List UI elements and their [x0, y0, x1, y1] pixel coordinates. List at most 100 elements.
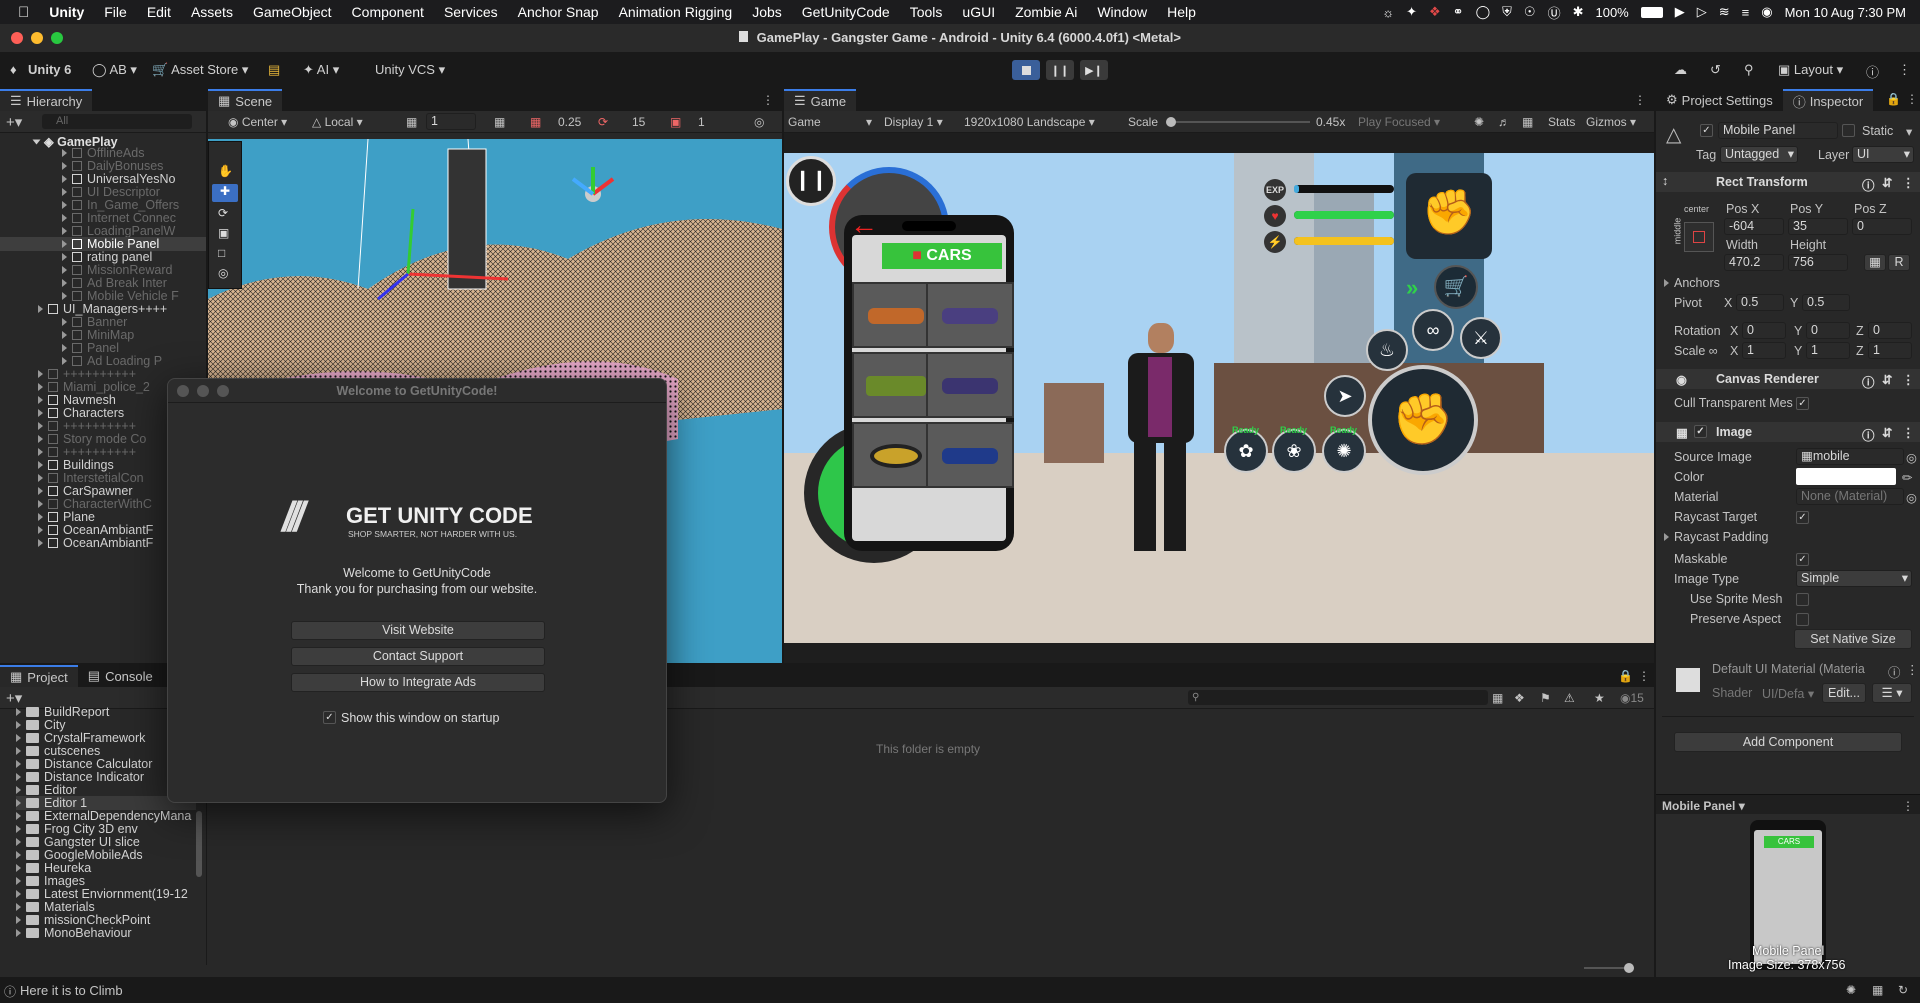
expand-arrow-icon[interactable]	[16, 825, 21, 833]
static-checkbox[interactable]	[1842, 124, 1855, 137]
blueprint-mode-button[interactable]: ▦	[1864, 254, 1886, 271]
help-icon[interactable]: ⓘ	[1888, 662, 1901, 681]
width-field[interactable]: 470.2	[1724, 254, 1784, 271]
expand-arrow-icon[interactable]	[16, 864, 21, 872]
height-field[interactable]: 756	[1788, 254, 1848, 271]
menu-edit[interactable]: Edit	[147, 4, 171, 20]
preview-more-icon[interactable]: ⋮	[1902, 799, 1914, 813]
expand-arrow-icon[interactable]	[16, 812, 21, 820]
volume-icon[interactable]: ▶	[1675, 4, 1685, 20]
expand-arrow-icon[interactable]	[38, 383, 43, 391]
tab-scene[interactable]: ▦ Scene	[208, 89, 283, 111]
pivot-dropdown[interactable]: ◉ Center ▾	[228, 115, 287, 129]
back-arrow-icon[interactable]: ←	[850, 209, 878, 241]
favorite-icon[interactable]: ★	[1594, 691, 1605, 705]
help-icon[interactable]: ⓘ	[1862, 425, 1875, 444]
web-ability-button[interactable]: ✺	[1322, 429, 1366, 473]
help-icon[interactable]: ⓘ	[1862, 175, 1875, 194]
preserve-aspect-checkbox[interactable]	[1796, 613, 1809, 626]
dropbox-icon[interactable]: ❖	[1429, 4, 1441, 20]
expand-arrow-icon[interactable]	[16, 721, 21, 729]
play-icon[interactable]: ▷	[1697, 4, 1707, 20]
project-folder-item[interactable]: Editor	[16, 783, 77, 797]
game-more-icon[interactable]: ⋮	[1634, 93, 1646, 107]
tab-inspector[interactable]: ⓘ Inspector	[1782, 89, 1874, 111]
show-on-startup-checkbox[interactable]: ✓	[323, 711, 336, 724]
hierarchy-item[interactable]: Miami_police_2	[38, 380, 150, 394]
move-snap-value[interactable]: 0.25	[558, 115, 581, 129]
status-bug-icon[interactable]: ✺	[1846, 983, 1856, 997]
package-icon[interactable]: ▤	[268, 62, 280, 78]
grammarly-icon[interactable]: Ⓤ	[1548, 3, 1561, 22]
tab-hierarchy[interactable]: ☰ Hierarchy	[0, 89, 93, 111]
wifi-icon[interactable]: ≋	[1719, 4, 1730, 20]
hierarchy-item[interactable]: UI_Managers++++	[38, 302, 167, 316]
layer-dropdown[interactable]: UI ▾	[1852, 146, 1914, 163]
project-folder-item[interactable]: CrystalFramework	[16, 731, 145, 745]
car-slot-4[interactable]	[926, 352, 1014, 418]
asset-store-dropdown[interactable]: 🛒 Asset Store ▾	[152, 62, 248, 78]
expand-arrow-icon[interactable]	[38, 513, 43, 521]
scale-y-field[interactable]: 1	[1806, 342, 1850, 359]
eyedropper-icon[interactable]: ✏	[1902, 470, 1912, 485]
hierarchy-search-input[interactable]: All	[42, 114, 192, 129]
menu-ugui[interactable]: uGUI	[962, 4, 995, 20]
object-name-field[interactable]: Mobile Panel	[1718, 122, 1838, 139]
expand-arrow-icon[interactable]	[38, 461, 43, 469]
hierarchy-item[interactable]: OceanAmbiantF	[38, 536, 153, 550]
rect-transform-header[interactable]: ↕ Rect Transform ⓘ ⇵ ⋮	[1656, 172, 1920, 194]
warning-filter-icon[interactable]: ⚠	[1564, 691, 1575, 705]
ability-button-2[interactable]: ❀	[1272, 429, 1316, 473]
color-swatch[interactable]	[1796, 468, 1896, 485]
hierarchy-item[interactable]: Banner	[62, 315, 127, 329]
hierarchy-item[interactable]: LoadingPanelW	[62, 224, 175, 238]
pos-z-field[interactable]: 0	[1852, 218, 1912, 235]
search-by-type-icon[interactable]: ▦	[1492, 691, 1503, 705]
project-folder-item[interactable]: Images	[16, 874, 85, 888]
display-dropdown[interactable]: Display 1 ▾	[884, 115, 943, 129]
gizmos-dropdown[interactable]: Gizmos ▾	[1586, 115, 1636, 129]
car-slot-6[interactable]	[926, 422, 1014, 488]
project-folder-item[interactable]: Distance Indicator	[16, 770, 144, 784]
space-dropdown[interactable]: △ Local ▾	[312, 115, 363, 129]
lock-icon[interactable]: 🔒	[1886, 92, 1901, 106]
hierarchy-item[interactable]: UI Descriptor	[62, 185, 160, 199]
pos-y-field[interactable]: 35	[1788, 218, 1848, 235]
preset-icon[interactable]: ⇵	[1882, 425, 1892, 440]
static-dropdown-icon[interactable]: ▾	[1906, 124, 1912, 139]
hierarchy-item[interactable]: Plane	[38, 510, 95, 524]
scale-slider[interactable]	[1166, 117, 1310, 127]
project-folder-item[interactable]: cutscenes	[16, 744, 100, 758]
grid-size-field[interactable]: 1	[426, 113, 476, 130]
expand-arrow-icon[interactable]	[38, 448, 43, 456]
image-type-dropdown[interactable]: Simple ▾	[1796, 570, 1912, 587]
sprint-button[interactable]: ➤	[1324, 375, 1366, 417]
hierarchy-item[interactable]: Ad Break Inter	[62, 276, 167, 290]
expand-arrow-icon[interactable]	[16, 747, 21, 755]
expand-arrow-icon[interactable]	[62, 344, 67, 352]
rotate-snap-value[interactable]: 15	[632, 115, 645, 129]
project-folder-item[interactable]: GoogleMobileAds	[16, 848, 143, 862]
punch-attack-button[interactable]: ✊	[1368, 365, 1478, 475]
cloud-icon[interactable]: ☁	[1674, 62, 1687, 78]
hierarchy-item[interactable]: MissionReward	[62, 263, 172, 277]
image-enabled-checkbox[interactable]: ✓	[1694, 425, 1707, 438]
game-mode-dropdown[interactable]: Game ▾	[788, 115, 872, 129]
bug-icon[interactable]: ✺	[1474, 115, 1484, 129]
expand-arrow-icon[interactable]	[62, 331, 67, 339]
set-native-size-button[interactable]: Set Native Size	[1794, 629, 1912, 649]
preview-title-dropdown[interactable]: Mobile Panel ▾	[1662, 799, 1745, 813]
pivot-x-field[interactable]: 0.5	[1736, 294, 1784, 311]
expand-arrow-icon[interactable]	[38, 396, 43, 404]
anchor-preset-button[interactable]	[1684, 222, 1714, 252]
hierarchy-item[interactable]: CarSpawner	[38, 484, 132, 498]
scene-view-options-icon[interactable]: ◎	[754, 115, 764, 129]
expand-arrow-icon[interactable]	[16, 838, 21, 846]
expand-arrow-icon[interactable]	[38, 474, 43, 482]
move-snap-icon[interactable]: ▦	[530, 115, 541, 129]
expand-arrow-icon[interactable]	[62, 227, 67, 235]
scene-more-icon[interactable]: ⋮	[762, 93, 774, 107]
expand-arrow-icon[interactable]	[16, 786, 21, 794]
stats-button[interactable]: Stats	[1548, 115, 1575, 129]
expand-arrow-icon[interactable]	[38, 487, 43, 495]
